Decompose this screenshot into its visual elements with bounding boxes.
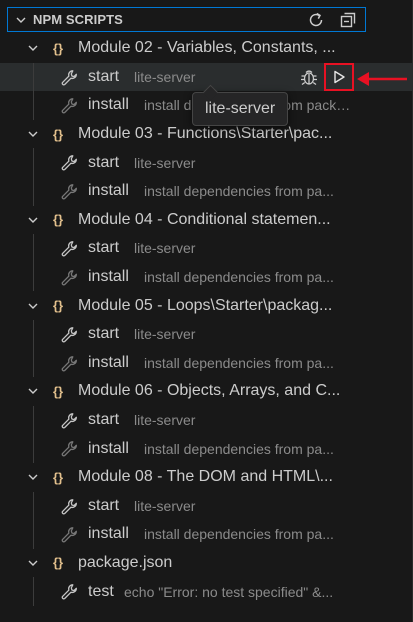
tree-folder[interactable]: {} Module 04 - Conditional statemen... — [0, 206, 413, 235]
script-name: test — [88, 582, 114, 600]
indent-guide — [33, 577, 34, 606]
chevron-down-icon[interactable] — [25, 463, 41, 492]
chevron-down-icon[interactable] — [25, 120, 41, 149]
script-name: start — [88, 153, 120, 171]
script-row-actions — [298, 62, 354, 92]
script-command: lite-server — [134, 154, 196, 171]
wrench-icon — [61, 69, 79, 87]
folder-label: package.json — [78, 553, 173, 571]
script-name: install — [88, 268, 129, 286]
script-name: install — [88, 525, 129, 543]
tooltip: lite-server — [192, 92, 289, 126]
chevron-down-icon[interactable] — [11, 8, 31, 31]
script-item-install[interactable]: install install dependencies from pa... — [0, 263, 413, 292]
script-command: install dependencies from pa... — [144, 269, 334, 286]
script-name: start — [88, 496, 120, 514]
wrench-icon — [61, 440, 79, 458]
script-name: start — [88, 67, 120, 85]
wrench-icon — [61, 183, 79, 201]
script-command: lite-server — [134, 68, 196, 85]
wrench-icon — [61, 269, 79, 287]
script-item-install[interactable]: install install dependencies from pa... — [0, 349, 413, 378]
json-braces-icon: {} — [53, 40, 64, 56]
script-name: install — [88, 353, 129, 371]
section-title: NPM SCRIPTS — [33, 12, 123, 27]
indent-guide — [33, 148, 34, 206]
chevron-down-icon[interactable] — [25, 206, 41, 235]
collapse-all-icon[interactable] — [337, 9, 359, 31]
script-name: install — [88, 439, 129, 457]
folder-label: Module 03 - Functions\Starter\pac... — [78, 125, 333, 143]
script-item-test[interactable]: test echo "Error: no test specified" &... — [0, 577, 413, 606]
tree-folder[interactable]: {} Module 05 - Loops\Starter\packag... — [0, 291, 413, 320]
folder-label: Module 05 - Loops\Starter\packag... — [78, 296, 333, 314]
script-item-start[interactable]: start lite-server — [0, 148, 413, 177]
folder-label: Module 04 - Conditional statemen... — [78, 210, 331, 228]
chevron-down-icon[interactable] — [25, 377, 41, 406]
wrench-icon — [61, 154, 79, 172]
chevron-down-icon[interactable] — [25, 34, 41, 63]
wrench-icon — [61, 97, 79, 115]
chevron-down-icon[interactable] — [25, 549, 41, 578]
script-command: install dependencies from pa... — [144, 440, 334, 457]
chevron-down-icon[interactable] — [25, 291, 41, 320]
wrench-icon — [61, 240, 79, 258]
json-braces-icon: {} — [53, 212, 64, 228]
indent-guide — [33, 491, 34, 549]
script-command: lite-server — [134, 326, 196, 343]
wrench-icon — [61, 355, 79, 373]
script-name: start — [88, 325, 120, 343]
play-icon — [334, 70, 345, 84]
tree-folder[interactable]: {} Module 08 - The DOM and HTML\... — [0, 463, 413, 492]
folder-label: Module 06 - Objects, Arrays, and C... — [78, 382, 341, 400]
script-command: install dependencies from pa... — [144, 526, 334, 543]
wrench-icon — [61, 498, 79, 516]
indent-guide — [33, 62, 34, 120]
npm-scripts-header[interactable]: NPM SCRIPTS — [7, 7, 366, 32]
script-command: lite-server — [134, 240, 196, 257]
indent-guide — [33, 405, 34, 463]
script-command: lite-server — [134, 412, 196, 429]
tree-folder[interactable]: {} Module 02 - Variables, Constants, ... — [0, 34, 413, 63]
script-name: install — [88, 96, 129, 114]
tooltip-text: lite-server — [205, 100, 276, 117]
json-braces-icon: {} — [53, 298, 64, 314]
script-item-install[interactable]: install install dependencies from pa... — [0, 177, 413, 206]
folder-label: Module 02 - Variables, Constants, ... — [78, 39, 336, 57]
tree-folder[interactable]: {} package.json — [0, 549, 413, 578]
json-braces-icon: {} — [53, 126, 64, 142]
callout-arrow-icon — [357, 72, 407, 86]
json-braces-icon: {} — [53, 469, 64, 485]
debug-icon[interactable] — [298, 66, 320, 88]
script-item-start[interactable]: start lite-server — [0, 320, 413, 349]
wrench-icon — [61, 583, 79, 601]
script-command: echo "Error: no test specified" &... — [124, 583, 334, 600]
script-item-install[interactable]: install install dependencies from pa... — [0, 520, 413, 549]
folder-label: Module 08 - The DOM and HTML\... — [78, 468, 333, 486]
script-command: install dependencies from pa... — [144, 354, 334, 371]
npm-scripts-panel: NPM SCRIPTS {} Module 02 - Variables, Con… — [0, 0, 413, 622]
script-item-start[interactable]: start lite-server — [0, 406, 413, 435]
script-command: lite-server — [134, 497, 196, 514]
wrench-icon — [61, 412, 79, 430]
indent-guide — [33, 234, 34, 292]
indent-guide — [33, 320, 34, 378]
refresh-icon[interactable] — [305, 9, 327, 31]
wrench-icon — [61, 526, 79, 544]
script-item-start[interactable]: start lite-server — [0, 492, 413, 521]
script-name: start — [88, 239, 120, 257]
wrench-icon — [61, 326, 79, 344]
tree-folder[interactable]: {} Module 06 - Objects, Arrays, and C... — [0, 377, 413, 406]
json-braces-icon: {} — [53, 555, 64, 571]
script-item-install[interactable]: install install dependencies from pa... — [0, 434, 413, 463]
run-script-button[interactable] — [324, 62, 354, 91]
script-item-start[interactable]: start lite-server — [0, 234, 413, 263]
json-braces-icon: {} — [53, 383, 64, 399]
script-command: install dependencies from pa... — [144, 183, 334, 200]
script-name: start — [88, 411, 120, 429]
script-name: install — [88, 182, 129, 200]
header-actions — [305, 9, 359, 31]
